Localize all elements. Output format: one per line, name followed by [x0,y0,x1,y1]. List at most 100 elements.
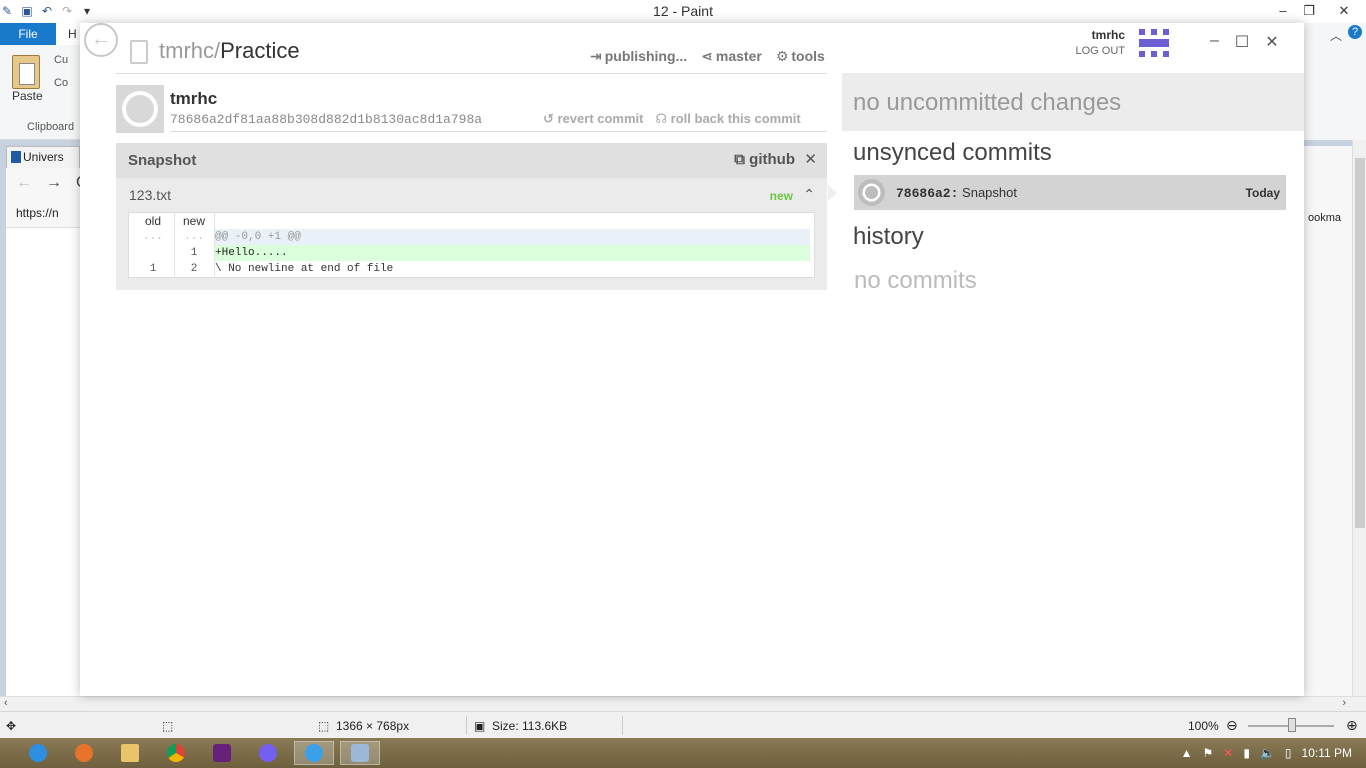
old-line-number: ... [143,231,163,243]
paint-title-bar: ✎ ▣ ↶ ↷ ▾ 12 - Paint – ❐ ✕ [0,0,1366,23]
copy-button[interactable]: Co [54,77,68,89]
paste-icon[interactable] [12,55,40,89]
browser-body [6,228,80,696]
snapshot-panel: Snapshot ⧉ github ✕ 123.txt new ⌃ old ne… [116,143,827,290]
panel-pointer [828,185,837,201]
firefox-icon[interactable] [64,741,104,765]
tools-button[interactable]: ⚙ tools [776,48,825,65]
browser-right-pane: ookma [1304,146,1352,696]
unsynced-commit-text: 78686a2: Snapshot [896,185,1017,201]
github-taskbar-icon[interactable] [294,741,334,765]
horizontal-scrollbar[interactable]: ‹ › [0,696,1366,711]
rollback-commit-label: roll back this commit [670,111,801,126]
system-tray: ▲ ⚑ ✕ ▮ 🔈 ▯ 10:11 PM [1126,738,1366,768]
branch-icon: ⋖ [701,48,713,64]
file-name[interactable]: 123.txt [129,187,171,203]
collapse-file-icon[interactable]: ⌃ [803,186,815,203]
commit-sha: 78686a2df81aa88b308d882d1b8130ac8d1a798a [170,112,483,127]
selection-size-icon: ⬚ [162,719,174,733]
zoom-out-icon[interactable]: ⊖ [1226,717,1238,734]
rollback-icon: ☊ [655,111,671,126]
vertical-scrollbar[interactable] [1352,140,1366,696]
zoom-in-icon[interactable]: ⊕ [1346,717,1358,734]
viber-icon[interactable] [248,741,288,765]
ribbon: Paste Cu Co Clipboard [0,45,80,140]
repo-name: Practice [220,38,300,63]
zoom-level: 100% [1188,719,1219,733]
flag-icon[interactable]: ⚑ [1203,746,1214,760]
commit-actions: ↺ revert commit ☊ roll back this commit [543,111,801,127]
revert-icon: ↺ [543,111,558,126]
snapshot-title: Snapshot [128,152,197,169]
browser-nav: ← → C [6,168,88,198]
close-icon[interactable]: ✕ [1265,32,1278,52]
diff-table: old new ... ... @@ -0,0 +1 @@ 1 +Hello..… [128,212,815,279]
uncommitted-changes-label: no uncommitted changes [853,89,1122,116]
ribbon-collapse-icon[interactable]: ︿ [1330,27,1342,44]
minimize-icon[interactable]: – [1210,32,1219,52]
home-tab[interactable]: H [68,23,77,45]
commit-author-avatar [116,85,164,133]
file-explorer-icon[interactable] [110,741,150,765]
account-name: tmrhc [1091,28,1125,42]
collapse-all-icon[interactable]: ✕ [804,150,817,168]
bookmarks-label: ookma [1308,212,1342,224]
publish-button[interactable]: ⇥ publishing... [590,48,687,65]
branch-button[interactable]: ⋖ master [701,48,762,65]
file-size: Size: 113.6KB [492,719,568,733]
cursor-position-icon: ✥ [6,719,17,733]
revert-commit-button[interactable]: ↺ revert commit [543,111,644,127]
chrome-icon[interactable] [156,741,196,765]
paint-taskbar-icon[interactable] [340,741,380,765]
close-button[interactable]: ✕ [1322,0,1366,22]
new-line-number: 2 [190,263,198,275]
repo-icon [130,40,148,64]
file-tab[interactable]: File [0,23,56,45]
file-status-badge: new [769,189,793,203]
back-arrow-icon[interactable]: ← [84,23,118,57]
unsynced-commit-item[interactable]: 78686a2: Snapshot Today [854,175,1286,210]
diff-line-text: \ No newline at end of file [215,263,394,275]
rollback-commit-button[interactable]: ☊ roll back this commit [656,111,801,127]
changes-panel: no uncommitted changes unsynced commits … [842,73,1304,696]
minimize-button[interactable]: – [1270,0,1296,22]
status-separator [622,716,623,735]
branch-label: master [715,48,762,64]
taskbar: ▲ ⚑ ✕ ▮ 🔈 ▯ 10:11 PM [0,738,1366,768]
uncommitted-changes-box[interactable]: no uncommitted changes [842,73,1304,131]
signal-icon[interactable]: ▮ [1243,746,1250,760]
help-icon[interactable]: ? [1348,25,1362,39]
user-avatar[interactable] [1137,27,1171,59]
publish-label: publishing... [604,48,688,64]
show-hidden-icons-icon[interactable]: ▲ [1181,746,1193,760]
no-commits-label: no commits [854,267,977,294]
browser-tab: Univers [6,146,80,168]
maximize-icon[interactable]: ☐ [1235,32,1249,52]
paint-canvas-left[interactable]: Univers ← → C https://n [0,140,88,696]
paste-label[interactable]: Paste [12,89,43,103]
network-error-icon[interactable]: ✕ [1223,746,1233,760]
volume-icon[interactable]: 🔈 [1260,746,1275,760]
scroll-thumb[interactable] [1355,158,1365,528]
repo-owner: tmrhc/ [159,38,221,63]
back-arrow-icon: ← [16,174,32,191]
unsynced-commits-heading: unsynced commits [853,139,1052,166]
ie-icon[interactable] [18,741,58,765]
cut-button[interactable]: Cu [54,54,68,66]
unsynced-commit-date: Today [1245,186,1280,200]
zoom-slider-thumb[interactable] [1288,718,1296,732]
scroll-left-icon[interactable]: ‹ [4,697,8,709]
history-heading: history [853,223,924,250]
new-line-number: 1 [190,247,198,259]
clock[interactable]: 10:11 PM [1302,746,1352,760]
visual-studio-icon[interactable] [202,741,242,765]
restore-button[interactable]: ❐ [1296,0,1322,22]
gear-icon: ⚙ [775,48,789,64]
disk-icon: ▣ [474,719,486,733]
status-separator [466,716,467,735]
paint-right-strip: ︿ ? ookma [1304,23,1366,696]
view-on-github-button[interactable]: ⧉ github [734,151,795,168]
logout-link[interactable]: LOG OUT [1070,45,1125,57]
battery-icon[interactable]: ▯ [1285,746,1292,760]
scroll-right-icon[interactable]: › [1342,697,1346,709]
